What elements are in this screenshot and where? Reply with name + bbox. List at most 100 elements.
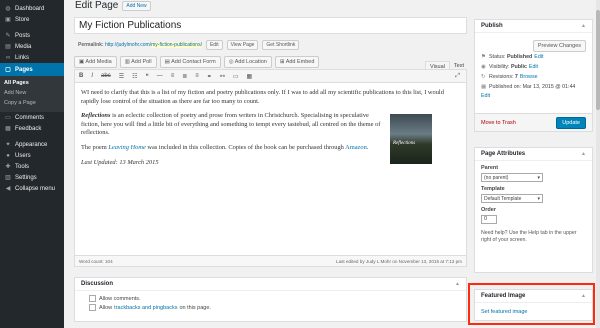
sidebar-item-tools[interactable]: ✚ Tools [0,161,64,172]
view-page-button[interactable]: View Page [226,40,259,50]
media-icon: ▤ [5,44,11,50]
editor-content[interactable]: WI need to clarify that this is a list o… [75,83,466,179]
leaving-home-label: Leaving Home [108,143,146,151]
submenu-copy-page[interactable]: Copy a Page [0,98,64,108]
allow-comments-row[interactable]: Allow comments. [75,294,466,303]
amazon-link[interactable]: Amazon [345,144,367,151]
post-title-input[interactable]: My Fiction Publications [74,17,467,34]
bullet-list-icon[interactable]: ☰ [119,73,124,80]
collapse-arrow-icon[interactable]: ▲ [455,281,460,287]
parent-select[interactable]: (no parent) ▾ [481,173,543,182]
add-location-button[interactable]: ◎ Add Location [223,56,272,68]
move-to-trash-link[interactable]: Move to Trash [481,120,516,126]
align-center-icon[interactable]: ≣ [182,73,187,80]
sidebar-item-label: Dashboard [15,5,45,12]
pin-icon: ✎ [5,33,11,39]
discussion-title: Discussion [81,281,114,287]
editor-status-bar: Word count: 104 Last edited by Judy L Mo… [75,255,466,266]
publish-header[interactable]: Publish ▲ [475,20,592,33]
allow-comments-checkbox[interactable] [89,295,96,302]
published-on-text: Published on: Mar 13, 2015 @ 01:44 [489,84,576,90]
sidebar-item-posts[interactable]: ✎ Posts [0,30,64,41]
revisions-label: Revisions: [489,74,514,80]
admin-sidebar: ◍ Dashboard ▣ Store ✎ Posts ▤ Media ∞ Links ▢… [0,0,64,328]
sidebar-item-store[interactable]: ▣ Store [0,14,64,25]
sidebar-item-links[interactable]: ∞ Links [0,52,64,63]
fullscreen-icon[interactable]: ⤢ [455,73,460,80]
content-editor: B I abc ☰ ☷ ❝ — ≡ ≣ ≡ ⚭ ⚯ ▭ ▦ ⤢ WI need … [74,69,467,267]
template-select[interactable]: Default Template ▾ [481,194,543,203]
status-label: Status: [489,54,506,60]
sidebar-item-label: Comments [15,114,45,121]
revisions-row: ↻ Revisions: 7 Browse [475,72,592,82]
get-shortlink-button[interactable]: Get Shortlink [262,40,300,50]
toolbar-toggle-icon[interactable]: ▦ [247,73,253,80]
order-input[interactable]: 0 [481,215,497,224]
template-select-value: Default Template [484,195,522,202]
hr-icon[interactable]: — [157,73,163,79]
reflections-title: Reflections [81,112,111,120]
add-embed-button[interactable]: ⊞ Add Embed [274,56,320,68]
collapse-menu-button[interactable]: ◀ Collapse menu [0,183,64,194]
numbered-list-icon[interactable]: ☷ [132,73,137,80]
sidebar-item-label: Tools [15,163,30,170]
link-icon[interactable]: ⚭ [207,73,212,80]
sidebar-item-comments[interactable]: ▭ Comments [0,112,64,123]
page-attributes-header[interactable]: Page Attributes ▲ [475,148,592,161]
leaving-home-link[interactable]: Leaving Home [108,144,145,151]
discussion-header[interactable]: Discussion ▲ [75,278,466,291]
align-left-icon[interactable]: ≡ [171,73,175,79]
browse-revisions-link[interactable]: Browse [520,74,538,80]
allow-pingbacks-label-a: Allow [99,304,113,311]
add-contact-form-button[interactable]: ▤ Add Contact Form [159,56,221,68]
more-tag-icon[interactable]: ▭ [233,73,239,80]
add-poll-button[interactable]: ▥ Add Poll [119,56,157,68]
add-poll-label: Add Poll [131,59,152,65]
collapse-arrow-icon[interactable]: ▲ [581,23,586,29]
edit-visibility-link[interactable]: Edit [529,64,538,70]
page-title: Edit Page [75,0,119,11]
add-new-button[interactable]: Add New [122,0,151,11]
allow-pingbacks-row[interactable]: Allow trackbacks and pingbacks on this p… [75,303,466,312]
bold-icon[interactable]: B [79,73,83,79]
strikethrough-icon[interactable]: abc [101,73,111,79]
blockquote-icon[interactable]: ❝ [145,73,148,80]
edit-permalink-button[interactable]: Edit [205,40,223,50]
dashboard-icon: ◍ [5,6,11,12]
sidebar-item-media[interactable]: ▤ Media [0,41,64,52]
update-button[interactable]: Update [556,116,586,129]
sidebar-item-dashboard[interactable]: ◍ Dashboard [0,3,64,14]
submenu-add-new[interactable]: Add New [0,88,64,98]
sidebar-item-users[interactable]: ● Users [0,150,64,161]
pages-icon: ▢ [5,67,11,73]
align-right-icon[interactable]: ≡ [195,73,199,79]
italic-icon[interactable]: I [91,73,93,79]
sidebar-item-label: Settings [15,174,37,181]
last-updated-text: Last Updated: 13 March 2015 [81,158,159,166]
add-media-button[interactable]: ▣ Add Media [74,56,117,68]
scrollbar-thumb[interactable] [596,10,600,110]
allow-pingbacks-checkbox[interactable] [89,304,96,311]
poem-text-c: . [366,143,369,151]
trackbacks-link[interactable]: trackbacks and pingbacks [114,305,177,311]
sidebar-item-label: Users [15,152,31,159]
users-icon: ● [6,152,10,159]
reflections-text: is an eclectic collection of poetry and … [81,112,381,137]
sidebar-item-feedback[interactable]: ▦ Feedback [0,123,64,134]
edit-status-link[interactable]: Edit [534,54,543,60]
sidebar-item-settings[interactable]: ▥ Settings [0,172,64,183]
edit-date-link[interactable]: Edit [481,93,490,99]
permalink-end: / [200,42,202,48]
page-attributes-box: Page Attributes ▲ Parent (no parent) ▾ Tem… [474,147,593,273]
preview-changes-button[interactable]: Preview Changes [532,40,586,52]
add-embed-label: Add Embed [285,59,315,65]
permalink-slug[interactable]: my-fiction-publications [151,42,201,48]
submenu-all-pages[interactable]: All Pages [0,78,64,88]
comments-icon: ▭ [5,115,11,121]
collapse-arrow-icon[interactable]: ▲ [581,151,586,157]
sidebar-item-pages[interactable]: ▢ Pages [0,63,64,76]
unlink-icon[interactable]: ⚯ [220,73,225,80]
scrollbar[interactable] [596,0,600,328]
allow-pingbacks-label-b: on this page. [179,304,211,311]
sidebar-item-appearance[interactable]: ✦ Appearance [0,139,64,150]
